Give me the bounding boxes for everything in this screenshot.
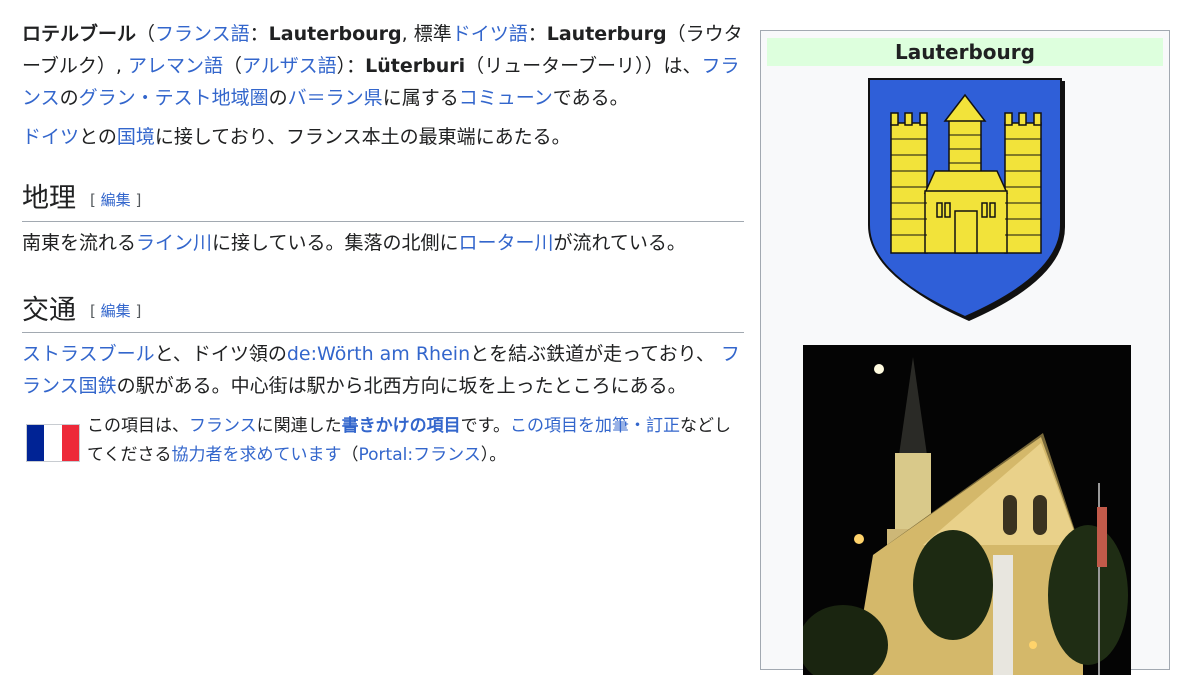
link-german-language[interactable]: ドイツ語 xyxy=(452,23,528,45)
stub-link-portal[interactable]: Portal:フランス xyxy=(359,445,481,465)
stub-text: この項目は、フランスに関連した書きかけの項目です。この項目を加筆・訂正などしてく… xyxy=(87,416,731,465)
section-geography: 地理[ 編集 ] 南東を流れるライン川に接している。集落の北側にローター川が流れ… xyxy=(22,181,744,259)
link-french-language[interactable]: フランス語 xyxy=(155,23,250,45)
intro-paragraph-2: ドイツとの国境に接しており、フランス本土の最東端にあたる。 xyxy=(22,126,571,148)
stub-link-edit[interactable]: この項目を加筆・訂正 xyxy=(510,416,680,436)
section-heading-transport: 交通[ 編集 ] xyxy=(22,293,744,333)
link-germany[interactable]: ドイツ xyxy=(22,126,79,148)
stub-link-france[interactable]: フランス xyxy=(189,416,257,436)
link-worth-am-rhein[interactable]: de:Wörth am Rhein xyxy=(287,343,470,365)
edit-link-geography[interactable]: 編集 xyxy=(101,191,131,209)
geography-paragraph: 南東を流れるライン川に接している。集落の北側にローター川が流れている。 xyxy=(22,231,686,254)
link-bas-rhin[interactable]: バ＝ラン県 xyxy=(288,87,383,109)
article-subject: ロテルブール xyxy=(22,23,137,45)
section-heading-geography: 地理[ 編集 ] xyxy=(22,181,744,222)
stub-notice: この項目は、フランスに関連した書きかけの項目です。この項目を加筆・訂正などしてく… xyxy=(22,412,744,470)
france-flag-icon xyxy=(27,425,79,461)
edit-section-transport: [ 編集 ] xyxy=(90,302,142,320)
transport-paragraph: ストラスブールと、ドイツ領のde:Wörth am Rheinとを結ぶ鉄道が走っ… xyxy=(22,343,740,397)
church-night-photo[interactable] xyxy=(803,345,1131,675)
link-alsatian-language[interactable]: アルザス語 xyxy=(242,55,337,77)
intro-paragraph: ロテルブール（フランス語：Lauterbourg, 標準ドイツ語：Lauterb… xyxy=(22,23,743,109)
infobox: Lauterbourg xyxy=(760,30,1170,675)
link-strasbourg[interactable]: ストラスブール xyxy=(22,343,155,365)
stub-link-stub-article[interactable]: 書きかけの項目 xyxy=(342,416,461,436)
link-grand-est[interactable]: グラン・テスト地域圏 xyxy=(79,87,269,109)
link-border[interactable]: 国境 xyxy=(117,126,155,148)
link-lauter-river[interactable]: ローター川 xyxy=(458,232,553,254)
article-body: ロテルブール（フランス語：Lauterbourg, 標準ドイツ語：Lauterb… xyxy=(22,18,744,470)
edit-link-transport[interactable]: 編集 xyxy=(101,302,131,320)
coat-of-arms-image[interactable] xyxy=(867,77,1065,321)
link-rhine[interactable]: ライン川 xyxy=(136,232,212,254)
section-transport: 交通[ 編集 ] ストラスブールと、ドイツ領のde:Wörth am Rhein… xyxy=(22,293,744,403)
edit-section-geography: [ 編集 ] xyxy=(90,190,142,209)
stub-link-help[interactable]: 協力者を求めています xyxy=(172,445,342,465)
link-commune[interactable]: コミューン xyxy=(459,87,553,109)
infobox-title: Lauterbourg xyxy=(767,38,1163,66)
link-alemannic-language[interactable]: アレマン語 xyxy=(128,55,223,77)
